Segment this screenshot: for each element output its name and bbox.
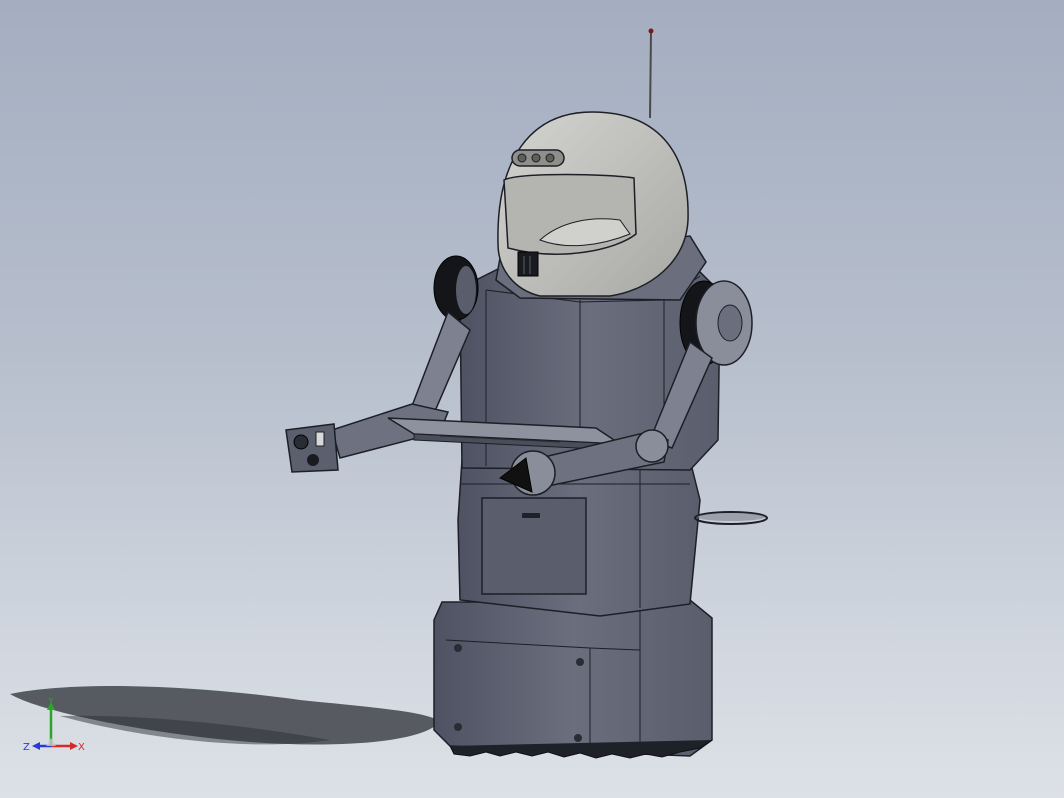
graphics-viewport[interactable]: Y X Z [0, 0, 1064, 798]
side-disc[interactable] [694, 511, 768, 525]
antenna[interactable] [648, 28, 654, 119]
robot-base[interactable] [433, 599, 713, 759]
z-axis-label: Z [23, 742, 30, 753]
left-arm[interactable] [285, 310, 471, 473]
robot-head[interactable] [497, 111, 689, 297]
robot-model[interactable] [0, 0, 1064, 798]
x-axis-label: X [78, 742, 85, 753]
front-door-panel[interactable] [481, 497, 587, 595]
chin-vent [517, 251, 539, 277]
door-slot [522, 513, 540, 518]
y-axis-label: Y [47, 698, 55, 707]
left-shoulder[interactable] [433, 255, 479, 321]
lower-torso[interactable] [457, 459, 701, 617]
reference-triad: Y X Z [22, 696, 88, 758]
